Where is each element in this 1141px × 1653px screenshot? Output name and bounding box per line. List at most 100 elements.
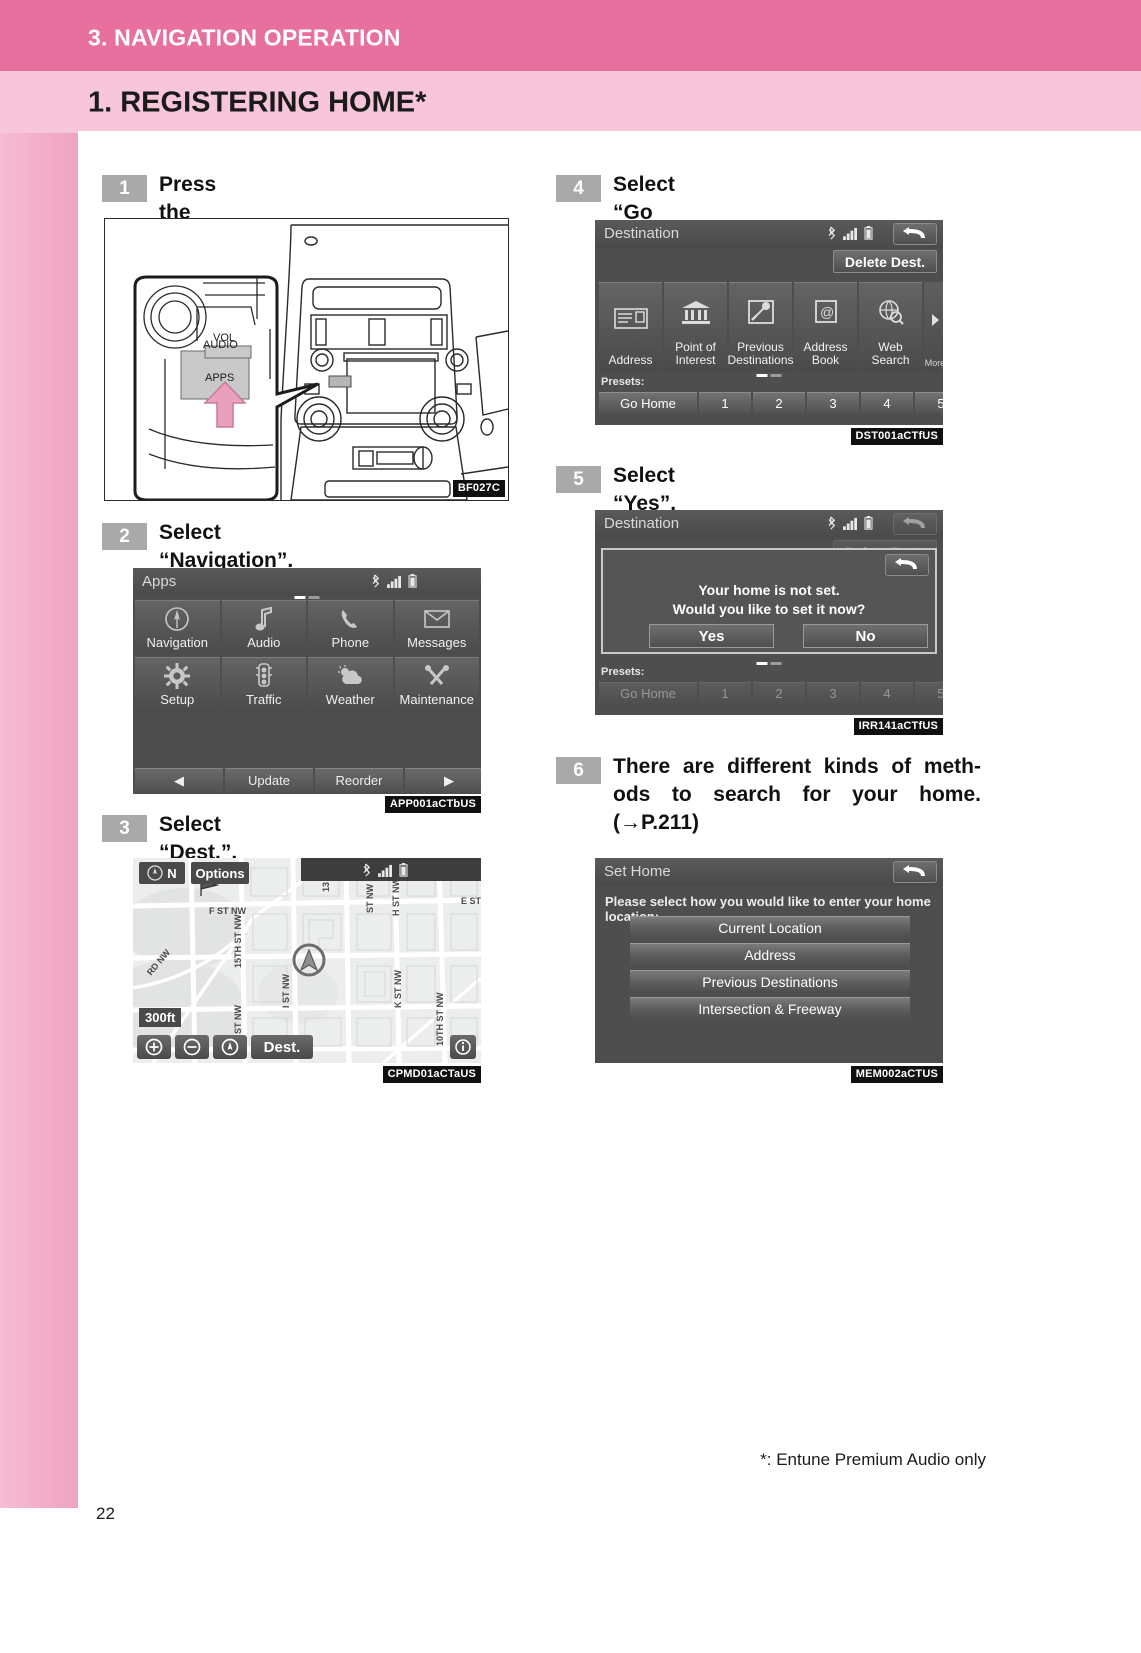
gear-icon <box>164 658 191 693</box>
app-tile-audio[interactable]: Audio <box>221 600 306 655</box>
dest-more-label: More <box>924 358 943 368</box>
map-status-bar <box>301 858 481 881</box>
map-current-position-button[interactable] <box>213 1035 247 1059</box>
app-tile-phone[interactable]: Phone <box>308 600 393 655</box>
dashboard-audio-label: AUDIO <box>203 339 238 351</box>
dashboard-illustration-figure: VOL AUDIO APPS BF027C <box>104 218 509 502</box>
dest-tile-web-search[interactable]: Web Search <box>859 282 922 372</box>
preset-5-button[interactable]: 5 <box>915 392 943 413</box>
set-home-screen-figure: Set Home Please select how you would lik… <box>595 858 943 1086</box>
spine-bottom-gap <box>0 1508 78 1653</box>
apps-screen-figure: Apps Navigation Audio Phone Messages Set… <box>133 568 481 813</box>
preset-3-button[interactable]: 3 <box>807 392 859 413</box>
figure-code-map: CPMD01aCTaUS <box>382 1066 481 1083</box>
map-options-button[interactable]: Options <box>191 862 249 884</box>
chevron-right-icon <box>930 282 940 358</box>
map-info-button[interactable] <box>450 1035 476 1059</box>
preset-4-button-disabled: 4 <box>861 682 913 703</box>
app-tile-label: Traffic <box>246 692 282 707</box>
map-dest-button[interactable]: Dest. <box>251 1035 313 1059</box>
envelope-icon <box>423 601 450 636</box>
destination-page-indicator <box>756 374 782 377</box>
app-tile-label: Phone <box>331 635 370 650</box>
dest-tile-previous-destinations[interactable]: Previous Destinations <box>727 282 794 372</box>
prev-page-icon: ◀ <box>174 772 184 788</box>
preset-go-home-button[interactable]: Go Home <box>599 392 697 413</box>
dialog-yes-button[interactable]: Yes <box>649 624 774 648</box>
bluetooth-icon <box>363 863 372 882</box>
app-tile-setup[interactable]: Setup <box>135 657 220 712</box>
pin-map-icon <box>747 283 775 341</box>
bluetooth-icon <box>828 226 837 245</box>
dest-tile-address-book[interactable]: @ Address Book <box>794 282 857 372</box>
map-compass-label: N <box>167 865 177 881</box>
apps-reorder-button[interactable]: Reorder <box>315 768 403 792</box>
dest-tile-label-2: Interest <box>675 353 716 367</box>
apps-next-page-button[interactable]: ▶ <box>405 768 481 792</box>
svg-text:15TH ST NW: 15TH ST NW <box>233 914 243 968</box>
dialog-screen-figure: Destination Delete Dest. Presets: <box>595 510 943 735</box>
bluetooth-icon <box>372 574 381 593</box>
preset-2-button[interactable]: 2 <box>753 392 805 413</box>
map-zoom-in-button[interactable] <box>137 1035 171 1059</box>
traffic-light-icon <box>255 658 273 693</box>
set-home-option-intersection-freeway[interactable]: Intersection & Freeway <box>630 997 910 1020</box>
app-tile-maintenance[interactable]: Maintenance <box>394 657 479 712</box>
map-zoom-out-button[interactable] <box>175 1035 209 1059</box>
app-tile-traffic[interactable]: Traffic <box>221 657 306 712</box>
signal-icon <box>378 864 393 882</box>
back-arrow-icon <box>895 558 917 569</box>
app-tile-messages[interactable]: Messages <box>394 600 479 655</box>
apps-screen-titlebar: Apps <box>133 568 481 596</box>
apps-prev-page-button[interactable]: ◀ <box>135 768 223 792</box>
destination-screen: Destination Delete Dest. Address Point o… <box>595 220 943 425</box>
dashboard-apps-label: APPS <box>205 372 234 384</box>
svg-text:@: @ <box>820 304 834 320</box>
battery-icon <box>408 574 417 593</box>
signal-icon <box>843 517 858 535</box>
set-home-option-previous-destinations[interactable]: Previous Destinations <box>630 970 910 993</box>
app-tile-label: Weather <box>325 692 375 707</box>
destination-tile-row: Address Point of Interest Previous Desti… <box>599 282 943 372</box>
dest-more-button[interactable]: More <box>924 282 943 372</box>
apps-update-button[interactable]: Update <box>225 768 313 792</box>
set-home-screen: Set Home Please select how you would lik… <box>595 858 943 1063</box>
dest-tile-label-2: Destinations <box>727 353 794 367</box>
apps-screen: Apps Navigation Audio Phone Messages Set… <box>133 568 481 794</box>
battery-icon <box>864 226 873 245</box>
presets-label: Presets: <box>601 376 645 388</box>
set-home-option-address[interactable]: Address <box>630 943 910 966</box>
signal-icon <box>387 575 402 593</box>
app-tile-label: Navigation <box>146 635 208 650</box>
set-home-option-current-location[interactable]: Current Location <box>630 916 910 939</box>
destination-title: Destination <box>604 225 680 242</box>
dialog-inner-back-button[interactable] <box>885 554 929 576</box>
preset-1-button[interactable]: 1 <box>699 392 751 413</box>
footnote-text: *: Entune Premium Audio only <box>760 1450 986 1469</box>
figure-code-set-home: MEM002aCTUS <box>850 1066 943 1083</box>
app-tile-weather[interactable]: Weather <box>308 657 393 712</box>
dialog-presets-label: Presets: <box>601 666 645 678</box>
dashboard-illustration-svg: VOL AUDIO APPS <box>105 219 509 502</box>
battery-icon <box>864 516 873 535</box>
sun-cloud-icon <box>336 658 364 693</box>
destination-back-button[interactable] <box>893 223 937 245</box>
map-compass-button[interactable]: N <box>139 862 185 884</box>
svg-text:E ST: E ST <box>461 896 481 906</box>
svg-text:K ST NW: K ST NW <box>393 969 403 1008</box>
svg-text:13: 13 <box>321 882 331 892</box>
dest-tile-point-of-interest[interactable]: Point of Interest <box>664 282 727 372</box>
delete-dest-button[interactable]: Delete Dest. <box>833 250 937 273</box>
set-home-back-button[interactable] <box>893 861 937 883</box>
app-tile-navigation[interactable]: Navigation <box>135 600 220 655</box>
dialog-no-button[interactable]: No <box>803 624 928 648</box>
dest-tile-address[interactable]: Address <box>599 282 662 372</box>
globe-search-icon <box>877 283 905 341</box>
dialog-page-indicator <box>756 662 782 665</box>
preset-4-button[interactable]: 4 <box>861 392 913 413</box>
step-2-text: Select “Navigation”. <box>159 521 294 572</box>
dialog-back-button-disabled <box>893 513 937 535</box>
step-5-number: 5 <box>556 466 601 493</box>
compass-icon <box>147 865 163 881</box>
at-sign-icon: @ <box>813 283 839 341</box>
